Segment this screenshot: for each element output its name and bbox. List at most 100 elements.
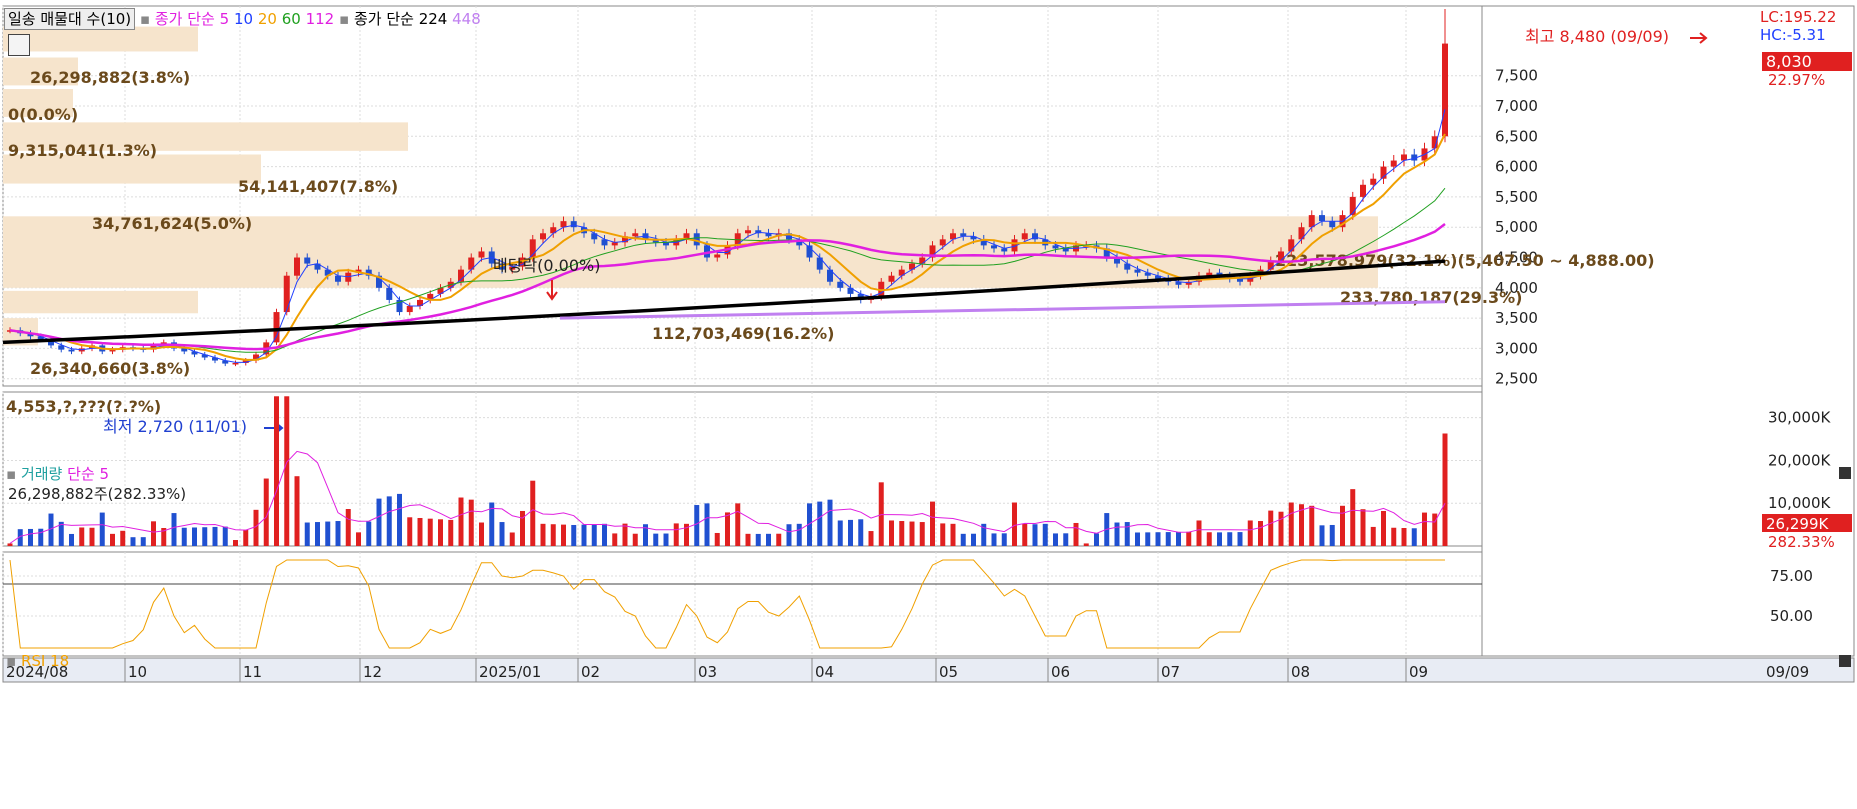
- volume-bar: [28, 528, 33, 546]
- x-tick-label: 03: [698, 663, 717, 681]
- x-tick-label: 2025/01: [479, 663, 541, 681]
- volume-bar: [1360, 509, 1366, 546]
- volume-bar: [509, 532, 515, 546]
- candle-body: [1052, 245, 1059, 249]
- lc-readout: LC:195.22: [1760, 8, 1837, 26]
- volume-bar: [766, 533, 771, 546]
- candle-body: [273, 312, 280, 343]
- volume-bar: [407, 517, 413, 546]
- volume-ma-title: 단순 5: [67, 465, 110, 483]
- calendar-icon[interactable]: [8, 34, 30, 56]
- candle-body: [714, 254, 721, 258]
- volume-bar: [837, 520, 843, 546]
- volume-bar: [386, 496, 392, 546]
- volume-bar: [694, 505, 700, 546]
- volume-bar: [991, 533, 997, 546]
- volume-bar: [1114, 522, 1120, 546]
- candle-body: [1288, 239, 1295, 252]
- volume-bar: [202, 527, 208, 546]
- volume-bar: [1073, 522, 1079, 546]
- volume-profile-label: 0(0.0%): [8, 105, 78, 124]
- volume-bar: [1022, 523, 1028, 546]
- volume-bar: [1309, 505, 1315, 546]
- volume-bar: [366, 521, 372, 546]
- volume-bar: [1135, 532, 1140, 546]
- x-tick-label: 10: [128, 663, 147, 681]
- volume-bar: [1381, 510, 1386, 546]
- volume-bar: [376, 498, 382, 546]
- x-tick-label: 09: [1409, 663, 1428, 681]
- candle-body: [1134, 269, 1141, 273]
- volume-bar: [1124, 522, 1130, 546]
- volume-bar: [99, 512, 105, 546]
- candle-body: [919, 257, 926, 264]
- volume-bar: [971, 533, 976, 546]
- volume-bar: [253, 509, 259, 546]
- chart-legend: 일송 매물대 수(10) ▪ 종가 단순 5 10 20 60 112 ▪ 종가…: [4, 8, 481, 30]
- volume-bar: [1186, 531, 1192, 546]
- volume-bar: [1155, 532, 1161, 546]
- ma-60: 60: [281, 10, 301, 28]
- volume-bar: [858, 519, 864, 546]
- volume-bar: [325, 521, 331, 546]
- candle-body: [991, 245, 997, 249]
- volume-bar: [448, 519, 454, 546]
- volume-bar: [889, 520, 894, 546]
- volume-bar: [1094, 533, 1099, 546]
- x-tick-label: 06: [1051, 663, 1070, 681]
- price-tick-label: 5,000: [1495, 218, 1538, 236]
- volume-bar: [550, 524, 556, 546]
- volume-profile-label: 26,340,660(3.8%): [30, 359, 190, 378]
- volume-bar: [950, 523, 956, 546]
- volume-bar: [79, 527, 85, 546]
- rsi-legend: ▪ RSI 18: [6, 652, 70, 670]
- volume-bar: [1340, 505, 1345, 546]
- price-tick-label: 7,000: [1495, 97, 1538, 115]
- volume-bar: [284, 396, 290, 546]
- volume-bar: [1083, 543, 1089, 546]
- volume-bar: [1329, 524, 1335, 546]
- candle-body: [1370, 178, 1377, 185]
- candle-body: [745, 230, 751, 234]
- volume-bar: [243, 529, 249, 546]
- price-tick-label: 5,500: [1495, 188, 1538, 206]
- ma-112: 112: [305, 10, 335, 28]
- volume-bar: [192, 527, 197, 546]
- x-tick-label: 07: [1161, 663, 1180, 681]
- volume-bar: [1165, 532, 1171, 546]
- volume-bar: [1032, 524, 1038, 546]
- volume-bar: [919, 522, 925, 546]
- volume-bar: [1053, 533, 1058, 546]
- volume-bar: [130, 537, 136, 546]
- volume-bar: [1196, 520, 1202, 546]
- volume-bar: [848, 519, 853, 546]
- candle-body: [294, 257, 300, 276]
- volume-bar: [181, 527, 187, 546]
- low-annotation: 최저 2,720 (11/01): [103, 417, 247, 436]
- volume-bar: [540, 523, 546, 546]
- chart-canvas[interactable]: 7,5007,0006,5006,0005,5005,0004,5004,000…: [0, 0, 1857, 809]
- volume-bar: [1176, 531, 1181, 546]
- candle-body: [335, 275, 341, 282]
- volume-bar: [653, 533, 659, 546]
- volume-bar: [110, 533, 115, 546]
- candle-body: [1308, 215, 1315, 228]
- x-tick-label: 02: [581, 663, 600, 681]
- volume-bar: [315, 522, 320, 546]
- x-tick-label: 05: [939, 663, 958, 681]
- volume-profile-toggle[interactable]: 일송 매물대 수(10): [4, 8, 136, 30]
- candle-body: [478, 251, 485, 258]
- volume-bar: [417, 517, 423, 546]
- volume-bar: [1145, 532, 1151, 546]
- volume-bar: [735, 503, 741, 546]
- rsi-tick-label: 75.00: [1770, 567, 1813, 585]
- volume-bar: [1411, 528, 1417, 546]
- rsi-title: RSI 18: [20, 652, 70, 670]
- volume-bar: [909, 521, 915, 546]
- volume-bar: [335, 521, 341, 546]
- volume-bar: [1401, 528, 1407, 546]
- volume-bar: [1442, 433, 1448, 546]
- volume-bar: [1227, 532, 1233, 546]
- volume-bar: [1370, 526, 1376, 546]
- x-axis-bar: [2, 657, 1855, 683]
